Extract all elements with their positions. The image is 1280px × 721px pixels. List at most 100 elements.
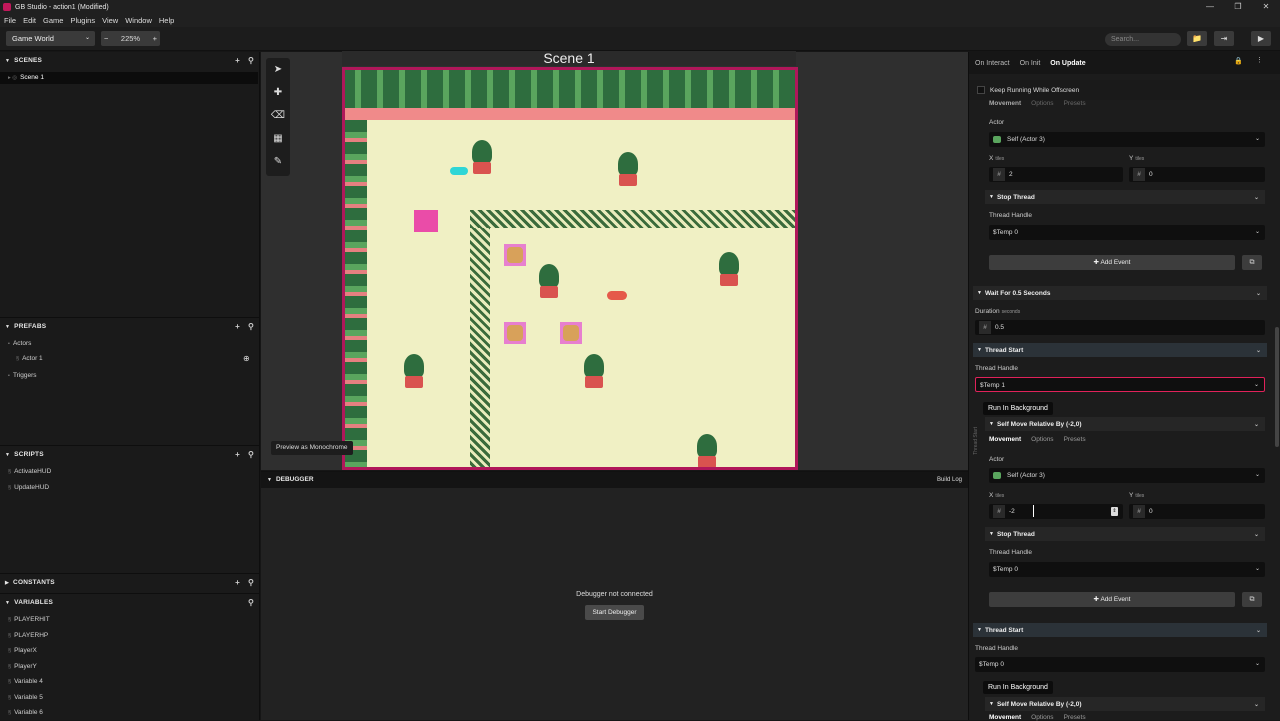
keep-running-row[interactable]: Keep Running While Offscreen xyxy=(969,80,1280,100)
stepper-icon[interactable]: ⇕ xyxy=(1111,507,1118,516)
keep-running-checkbox[interactable] xyxy=(977,86,985,94)
prefabs-header[interactable]: ▼ PREFABS + ⚲ xyxy=(0,319,260,334)
scene-item[interactable]: ▸ ◎ Scene 1 xyxy=(0,72,258,84)
subtab-presets[interactable]: Presets xyxy=(1064,436,1086,443)
variable-item[interactable]: § PlayerY xyxy=(0,661,258,673)
start-debugger-button[interactable]: Start Debugger xyxy=(585,605,644,620)
thread-handle-select[interactable]: $Temp 0 ⌄ xyxy=(989,225,1265,240)
menu-icon[interactable]: ⋮ xyxy=(1256,56,1263,64)
actor-sprite[interactable] xyxy=(504,322,526,344)
colors-tool-icon[interactable]: ✎ xyxy=(266,150,290,173)
add-scene-button[interactable]: + xyxy=(235,53,240,68)
y-input[interactable]: #0 xyxy=(1129,504,1265,519)
search-icon[interactable]: ⚲ xyxy=(248,595,254,610)
variable-item[interactable]: § Variable 4 xyxy=(0,676,258,688)
close-button[interactable]: ✕ xyxy=(1252,0,1280,14)
minimize-button[interactable]: — xyxy=(1196,0,1224,14)
menu-window[interactable]: Window xyxy=(125,16,152,25)
variable-item[interactable]: § Variable 6 xyxy=(0,707,258,719)
scene-title[interactable]: Scene 1 xyxy=(342,51,796,66)
stop-thread-header[interactable]: ▼ Stop Thread ⌄ xyxy=(985,527,1265,541)
paste-event-button[interactable]: ⧉ xyxy=(1242,255,1262,270)
play-button[interactable]: ▶ xyxy=(1251,31,1271,46)
thread-handle-select[interactable]: $Temp 0 ⌄ xyxy=(989,562,1265,577)
menu-view[interactable]: View xyxy=(102,16,118,25)
duration-input[interactable]: #0.5 xyxy=(975,320,1265,335)
search-icon[interactable]: ⚲ xyxy=(248,447,254,462)
scripts-header[interactable]: ▼ SCRIPTS + ⚲ xyxy=(0,447,260,462)
add-constant-button[interactable]: + xyxy=(235,575,240,590)
run-in-background-label: Run In Background xyxy=(983,402,1053,415)
maximize-button[interactable]: ❐ xyxy=(1224,0,1252,14)
wait-header[interactable]: ▼ Wait For 0.5 Seconds ⌄ xyxy=(973,286,1267,300)
add-tool-icon[interactable]: ✚ xyxy=(266,81,290,104)
add-event-button[interactable]: ✚ Add Event xyxy=(989,592,1235,607)
menu-file[interactable]: File xyxy=(4,16,16,25)
add-instance-icon[interactable]: ⊕ xyxy=(243,353,250,365)
zoom-out-button[interactable]: − xyxy=(104,34,108,43)
open-folder-button[interactable]: 📁 xyxy=(1187,31,1207,46)
y-input[interactable]: #0 xyxy=(1129,167,1265,182)
select-tool-icon[interactable]: ➤ xyxy=(266,58,290,81)
variables-header[interactable]: ▼ VARIABLES ⚲ xyxy=(0,595,260,610)
menu-help[interactable]: Help xyxy=(159,16,174,25)
lock-icon[interactable]: 🔒 xyxy=(1234,57,1243,65)
prefab-item[interactable]: § Actor 1 ⊕ xyxy=(0,353,258,365)
x-input[interactable]: # -2 ⇕ xyxy=(989,504,1123,519)
debugger-header[interactable]: ▼ DEBUGGER Build Log xyxy=(261,472,968,488)
scrollbar-thumb[interactable] xyxy=(1275,327,1279,447)
search-icon[interactable]: ⚲ xyxy=(248,53,254,68)
search-icon[interactable]: ⚲ xyxy=(248,319,254,334)
scene-map[interactable] xyxy=(342,67,798,470)
preview-monochrome-toggle[interactable]: Preview as Monochrome xyxy=(271,441,353,455)
script-item[interactable]: § UpdateHUD xyxy=(0,482,258,494)
actor-select[interactable]: Self (Actor 3) ⌄ xyxy=(989,132,1265,147)
subtab-movement[interactable]: Movement xyxy=(989,436,1021,443)
actor-sprite[interactable] xyxy=(450,167,468,175)
subtab-options[interactable]: Options xyxy=(1031,100,1053,107)
tab-on-init[interactable]: On Init xyxy=(1020,60,1041,67)
thread-start-header[interactable]: ▼ Thread Start ⌄ xyxy=(973,343,1267,357)
variable-item[interactable]: § PLAYERHIT xyxy=(0,614,258,626)
actor-sprite[interactable] xyxy=(504,244,526,266)
variable-item[interactable]: § PLAYERHP xyxy=(0,630,258,642)
move-relative-header[interactable]: ▼ Self Move Relative By (-2,0) ⌄ xyxy=(985,697,1265,711)
zoom-in-button[interactable]: + xyxy=(153,34,157,43)
x-input[interactable]: #2 xyxy=(989,167,1123,182)
actor-sprite[interactable] xyxy=(607,291,627,300)
prefab-group-actors[interactable]: ▪ Actors xyxy=(0,338,258,350)
subtab-options[interactable]: Options xyxy=(1031,436,1053,443)
menu-plugins[interactable]: Plugins xyxy=(70,16,95,25)
paste-event-button[interactable]: ⧉ xyxy=(1242,592,1262,607)
export-button[interactable]: ⇥ xyxy=(1214,31,1234,46)
add-event-button[interactable]: ✚ Add Event xyxy=(989,255,1235,270)
subtab-presets[interactable]: Presets xyxy=(1064,100,1086,107)
build-log-button[interactable]: Build Log xyxy=(937,472,962,488)
search-icon[interactable]: ⚲ xyxy=(248,575,254,590)
subtab-movement[interactable]: Movement xyxy=(989,100,1021,107)
actor-sprite[interactable] xyxy=(560,322,582,344)
tab-on-update[interactable]: On Update xyxy=(1050,60,1085,67)
tab-on-interact[interactable]: On Interact xyxy=(975,60,1010,67)
add-prefab-button[interactable]: + xyxy=(235,319,240,334)
variable-item[interactable]: § PlayerX xyxy=(0,645,258,657)
view-select[interactable]: Game World ⌄ xyxy=(6,31,95,46)
collisions-tool-icon[interactable]: ▦ xyxy=(266,127,290,150)
thread-handle-select[interactable]: $Temp 1 ⌄ xyxy=(975,377,1265,392)
move-relative-header[interactable]: ▼ Self Move Relative By (-2,0) ⌄ xyxy=(985,417,1265,431)
thread-start-header[interactable]: ▼ Thread Start ⌄ xyxy=(973,623,1267,637)
add-script-button[interactable]: + xyxy=(235,447,240,462)
variable-item[interactable]: § Variable 5 xyxy=(0,692,258,704)
stop-thread-header[interactable]: ▼ Stop Thread ⌄ xyxy=(985,190,1265,204)
script-item[interactable]: § ActivateHUD xyxy=(0,466,258,478)
scenes-header[interactable]: ▼ SCENES + ⚲ xyxy=(0,53,260,68)
menu-edit[interactable]: Edit xyxy=(23,16,36,25)
search-input[interactable]: Search... xyxy=(1105,33,1181,46)
actor-select[interactable]: Self (Actor 3) ⌄ xyxy=(989,468,1265,483)
constants-header[interactable]: ▶ CONSTANTS + ⚲ xyxy=(0,575,260,590)
menu-game[interactable]: Game xyxy=(43,16,63,25)
prefab-group-triggers[interactable]: ▪ Triggers xyxy=(0,370,258,382)
thread-handle-select[interactable]: $Temp 0 ⌄ xyxy=(975,657,1265,672)
eraser-tool-icon[interactable]: ⌫ xyxy=(266,104,290,127)
actor-sprite[interactable] xyxy=(414,210,438,232)
